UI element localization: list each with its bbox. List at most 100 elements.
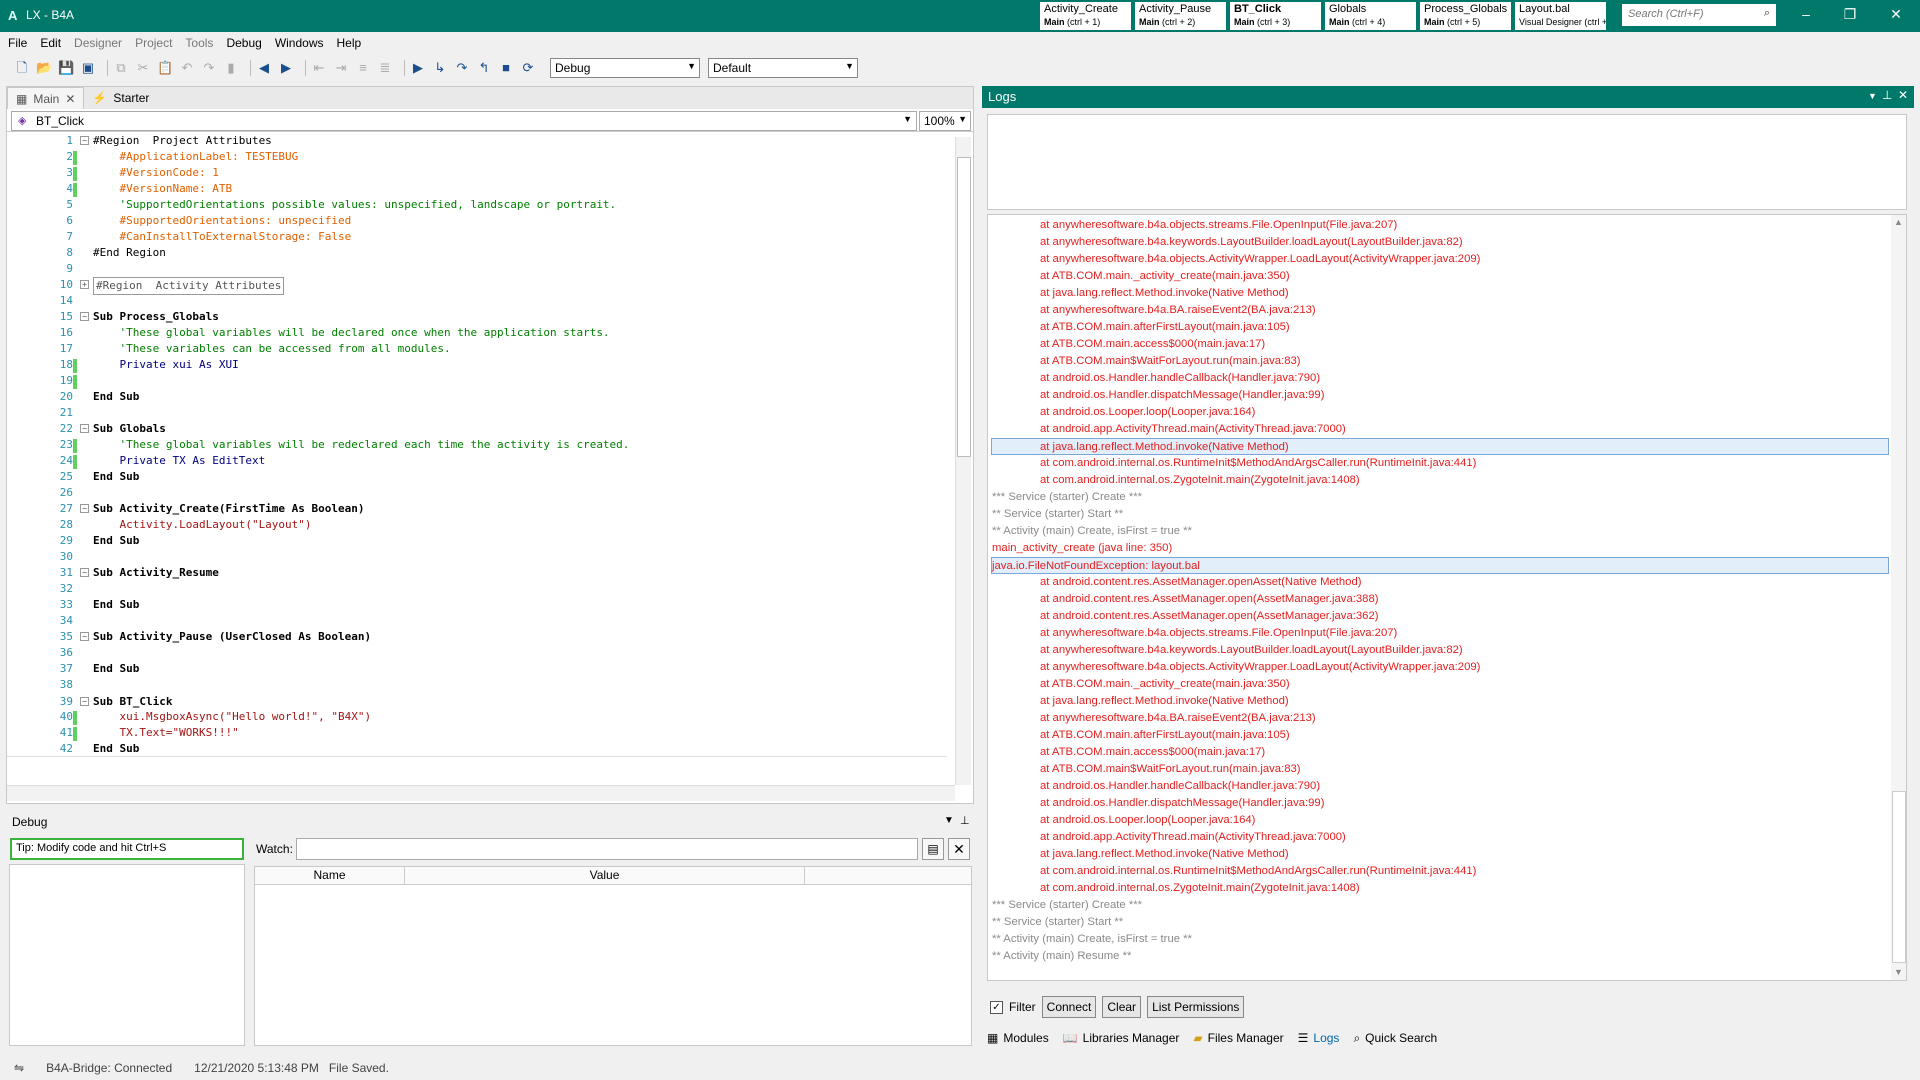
log-line-error[interactable]: at android.app.ActivityThread.main(Activ…	[992, 421, 1890, 438]
code-line[interactable]: 36	[7, 645, 947, 661]
tab-starter[interactable]: ⚡ Starter	[84, 87, 157, 109]
menu-help[interactable]: Help	[337, 36, 362, 50]
code-line[interactable]: 28 Activity.LoadLayout("Layout")	[7, 517, 947, 533]
bookmark-icon[interactable]: ▮	[223, 60, 239, 76]
undo-icon[interactable]: ↶	[179, 60, 195, 76]
variant-select[interactable]: Default ▼	[708, 58, 858, 78]
uncomment-icon[interactable]: ≣	[377, 60, 393, 76]
code-line[interactable]: 27− Sub Activity_Create(FirstTime As Bool…	[7, 501, 947, 517]
search-icon[interactable]: ⌕	[1764, 7, 1770, 20]
log-line-error[interactable]: at anywheresoftware.b4a.BA.raiseEvent2(B…	[992, 710, 1890, 727]
code-line[interactable]: 40 xui.MsgboxAsync("Hello world!", "B4X"…	[7, 709, 947, 725]
open-project-icon[interactable]: 📂	[36, 60, 52, 76]
clear-watch-icon[interactable]: ✕	[948, 838, 970, 860]
log-line-error[interactable]: at android.content.res.AssetManager.open…	[992, 574, 1890, 591]
log-line-error[interactable]: at java.lang.reflect.Method.invoke(Nativ…	[992, 285, 1890, 302]
editor-vertical-scrollbar[interactable]	[955, 137, 971, 785]
indent-icon[interactable]: ⇥	[333, 60, 349, 76]
quick-tab-activity-pause[interactable]: Activity_Pause Main (ctrl + 2)	[1135, 2, 1226, 30]
list-permissions-button[interactable]: List Permissions	[1147, 996, 1245, 1018]
log-line-info[interactable]: *** Service (starter) Create ***	[992, 489, 1890, 506]
tab-libraries-manager[interactable]: 📖 Libraries Manager	[1063, 1031, 1180, 1045]
menu-file[interactable]: File	[8, 36, 27, 50]
code-line[interactable]: 22− Sub Globals	[7, 421, 947, 437]
log-line-info[interactable]: ** Service (starter) Start **	[992, 914, 1890, 931]
code-line[interactable]: 39− Sub BT_Click	[7, 693, 947, 709]
step-out-icon[interactable]: ↰	[476, 60, 492, 76]
maximize-button[interactable]: ❐	[1840, 6, 1860, 26]
log-line-error[interactable]: at ATB.COM.main$WaitForLayout.run(main.j…	[992, 761, 1890, 778]
log-line-error[interactable]: at ATB.COM.main.afterFirstLayout(main.ja…	[992, 727, 1890, 744]
code-line[interactable]: 23 'These global variables will be redec…	[7, 437, 947, 453]
restart-icon[interactable]: ⟳	[520, 60, 536, 76]
chevron-down-icon[interactable]: ▼	[944, 815, 954, 826]
code-line[interactable]: 19	[7, 373, 947, 389]
menu-edit[interactable]: Edit	[40, 36, 61, 50]
log-line-error[interactable]: at java.lang.reflect.Method.invoke(Nativ…	[992, 846, 1890, 863]
connect-button[interactable]: Connect	[1041, 996, 1097, 1018]
log-line-error[interactable]: at android.content.res.AssetManager.open…	[992, 608, 1890, 625]
step-over-icon[interactable]: ↷	[454, 60, 470, 76]
code-area[interactable]: 1− #Region Project Attributes 2 #Applicati…	[7, 133, 951, 757]
logs-scrollbar[interactable]: ▲ ▼	[1891, 215, 1906, 980]
code-line[interactable]: 41 TX.Text="WORKS!!!"	[7, 725, 947, 741]
cut-icon[interactable]: ✂	[135, 60, 151, 76]
log-line-error[interactable]: at anywheresoftware.b4a.objects.streams.…	[992, 625, 1890, 642]
log-line-error[interactable]: at android.content.res.AssetManager.open…	[992, 591, 1890, 608]
stop-icon[interactable]: ■	[498, 60, 514, 76]
log-line-error[interactable]: at com.android.internal.os.ZygoteInit.ma…	[992, 880, 1890, 897]
code-line[interactable]: 5 'SupportedOrientations possible values…	[7, 197, 947, 213]
code-line[interactable]: 7 #CanInstallToExternalStorage: False	[7, 229, 947, 245]
run-icon[interactable]: ▶	[410, 60, 426, 76]
code-line[interactable]: 1− #Region Project Attributes	[7, 133, 947, 149]
redo-icon[interactable]: ↷	[201, 60, 217, 76]
scroll-thumb[interactable]	[957, 157, 971, 457]
log-line-error[interactable]: at ATB.COM.main.afterFirstLayout(main.ja…	[992, 319, 1890, 336]
log-line-error[interactable]: at ATB.COM.main.access$000(main.java:17)	[992, 336, 1890, 353]
log-line-error[interactable]: at android.app.ActivityThread.main(Activ…	[992, 829, 1890, 846]
log-line-error[interactable]: at anywheresoftware.b4a.BA.raiseEvent2(B…	[992, 302, 1890, 319]
code-line[interactable]: 18 Private xui As XUI	[7, 357, 947, 373]
code-line[interactable]: 37 End Sub	[7, 661, 947, 677]
log-line-error[interactable]: at anywheresoftware.b4a.keywords.LayoutB…	[992, 234, 1890, 251]
code-line[interactable]: 33 End Sub	[7, 597, 947, 613]
new-project-icon[interactable]: 🗋	[14, 60, 30, 76]
menu-designer[interactable]: Designer	[74, 36, 122, 50]
log-line-error[interactable]: at android.os.Handler.handleCallback(Han…	[992, 370, 1890, 387]
code-line[interactable]: 26	[7, 485, 947, 501]
scroll-thumb[interactable]	[1892, 791, 1906, 963]
fold-toggle-icon[interactable]: −	[80, 504, 89, 513]
menu-tools[interactable]: Tools	[185, 36, 213, 50]
copy-icon[interactable]: ⧉	[113, 60, 129, 76]
fold-toggle-icon[interactable]: −	[80, 136, 89, 145]
log-line-error[interactable]: java.io.FileNotFoundException: layout.ba…	[991, 557, 1889, 574]
chevron-down-icon[interactable]: ▼	[1868, 91, 1877, 101]
logs-list[interactable]: at anywheresoftware.b4a.objects.streams.…	[987, 214, 1907, 981]
clipboard-icon[interactable]: ▤	[922, 838, 944, 860]
log-line-error[interactable]: at java.lang.reflect.Method.invoke(Nativ…	[992, 693, 1890, 710]
save-icon[interactable]: 💾	[58, 60, 74, 76]
log-line-info[interactable]: *** Service (starter) Create ***	[992, 897, 1890, 914]
minimize-button[interactable]: –	[1796, 6, 1816, 26]
menu-project[interactable]: Project	[135, 36, 172, 50]
step-in-icon[interactable]: ↳	[432, 60, 448, 76]
code-line[interactable]: 16 'These global variables will be decla…	[7, 325, 947, 341]
search-box[interactable]: Search (Ctrl+F) ⌕	[1622, 4, 1776, 26]
log-line-info[interactable]: ** Activity (main) Create, isFirst = tru…	[992, 523, 1890, 540]
fold-toggle-icon[interactable]: +	[80, 280, 89, 289]
code-line[interactable]: 24 Private TX As EditText	[7, 453, 947, 469]
navigate-back-icon[interactable]: ◀	[256, 60, 272, 76]
tab-main[interactable]: ▦ Main ✕	[7, 87, 85, 109]
outdent-icon[interactable]: ⇤	[311, 60, 327, 76]
fold-toggle-icon[interactable]: −	[80, 632, 89, 641]
log-line-error[interactable]: at ATB.COM.main._activity_create(main.ja…	[992, 676, 1890, 693]
log-line-error[interactable]: at android.os.Handler.dispatchMessage(Ha…	[992, 795, 1890, 812]
code-line[interactable]: 20 End Sub	[7, 389, 947, 405]
quick-tab-activity-create[interactable]: Activity_Create Main (ctrl + 1)	[1040, 2, 1131, 30]
tab-modules[interactable]: ▦ Modules	[987, 1031, 1049, 1045]
log-line-error[interactable]: at android.os.Handler.dispatchMessage(Ha…	[992, 387, 1890, 404]
tab-files-manager[interactable]: ▰ Files Manager	[1193, 1031, 1283, 1045]
clear-button[interactable]: Clear	[1102, 996, 1142, 1018]
log-line-error[interactable]: at com.android.internal.os.RuntimeInit$M…	[992, 455, 1890, 472]
paste-icon[interactable]: 📋	[157, 60, 173, 76]
